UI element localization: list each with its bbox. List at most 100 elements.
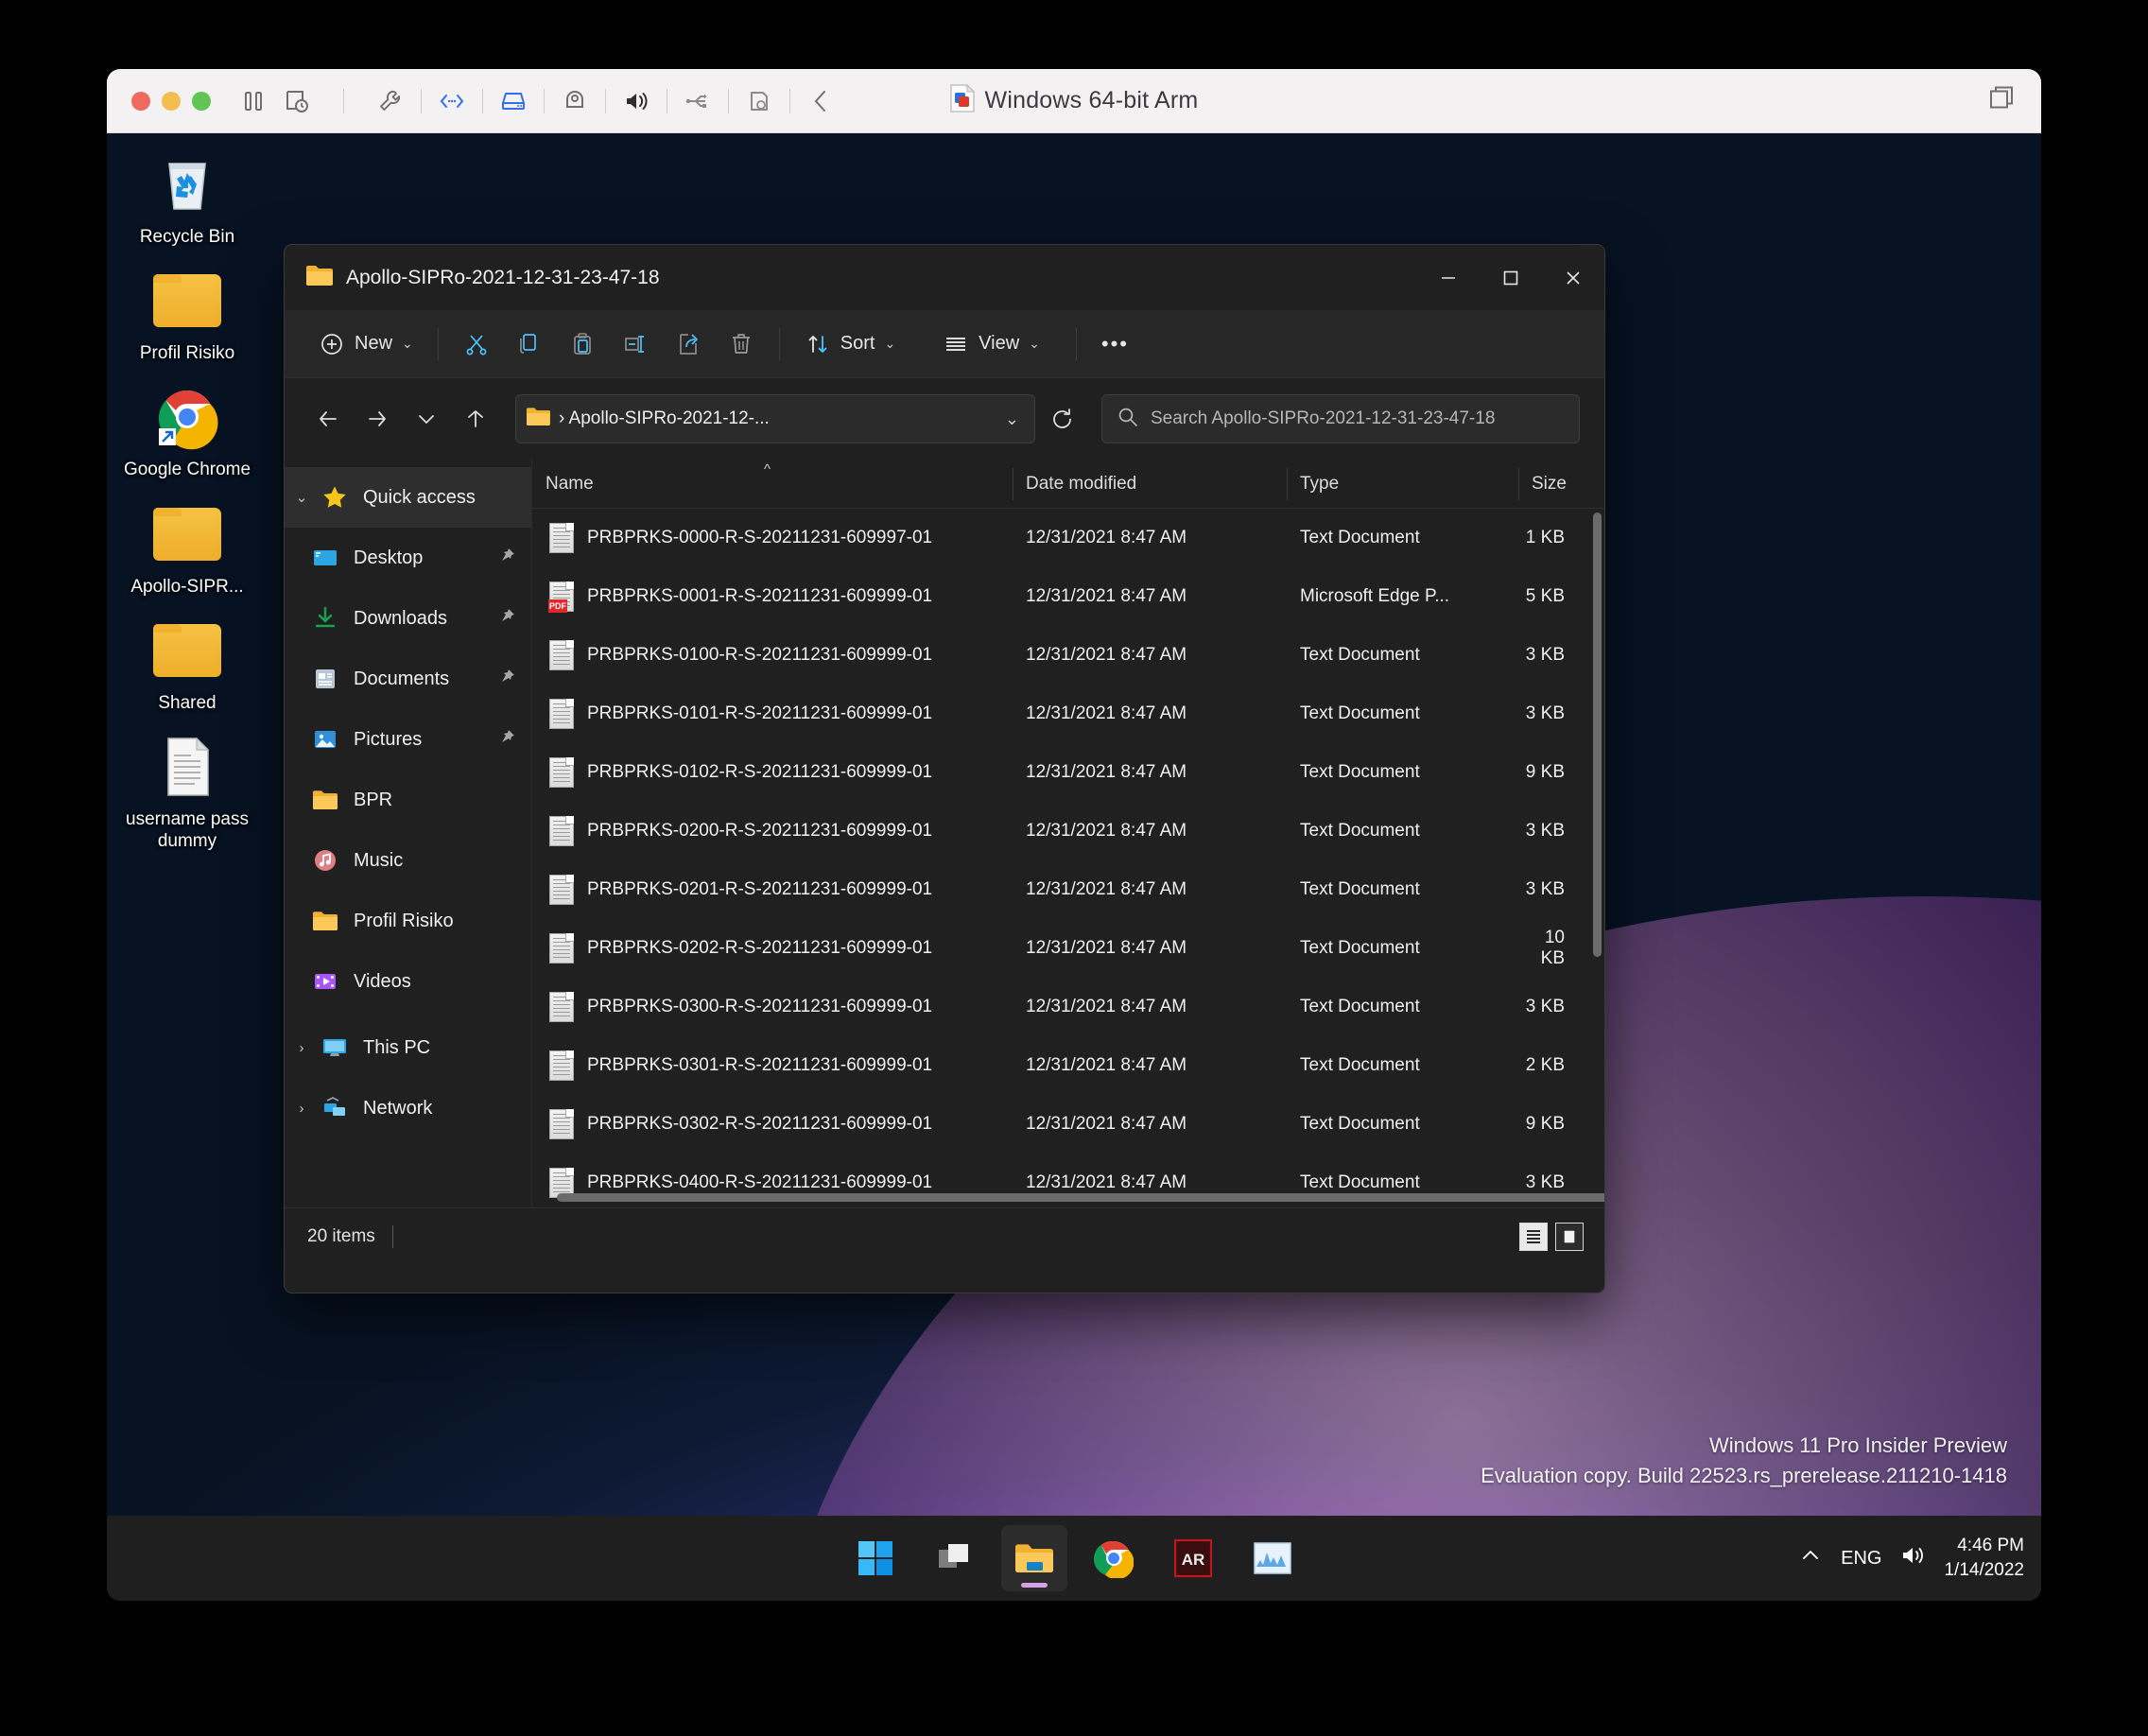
sidebar-item-quick-access[interactable]: ⌄ Quick access xyxy=(285,467,531,528)
up-button[interactable] xyxy=(453,396,498,442)
column-header-name[interactable]: Name ^ xyxy=(532,460,1013,509)
taskbar-google-chrome[interactable] xyxy=(1081,1525,1147,1591)
taskbar[interactable]: AR ENG 4:46 PM 1/14/2022 xyxy=(107,1516,2041,1601)
pin-icon[interactable] xyxy=(497,607,522,631)
pin-icon[interactable] xyxy=(497,547,522,570)
sidebar-item-documents[interactable]: Documents xyxy=(285,649,531,709)
file-list[interactable]: PRBPRKS-0000-R-S-20211231-609997-01 12/31… xyxy=(532,509,1604,1207)
breadcrumb[interactable]: › Apollo-SIPRo-2021-12-... ⌄ xyxy=(515,394,1035,443)
collapse-chevron-icon[interactable] xyxy=(799,79,842,123)
column-header-date-modified[interactable]: Date modified xyxy=(1013,460,1287,509)
navigation-pane[interactable]: ⌄ Quick access Desktop Downloads Documen… xyxy=(285,460,532,1207)
sidebar-item-this-pc[interactable]: › This PC xyxy=(285,1017,531,1078)
clock[interactable]: 4:46 PM 1/14/2022 xyxy=(1944,1534,2024,1582)
pause-icon[interactable] xyxy=(232,79,275,123)
camera-icon[interactable] xyxy=(553,79,597,123)
new-button[interactable]: New ⌄ xyxy=(305,321,426,368)
share-button[interactable] xyxy=(662,321,715,368)
large-icons-view-icon[interactable] xyxy=(1555,1222,1584,1251)
details-view-icon[interactable] xyxy=(1519,1222,1548,1251)
snapshot-clock-icon[interactable] xyxy=(275,79,319,123)
file-row[interactable]: PRBPRKS-0102-R-S-20211231-609999-01 12/31… xyxy=(532,743,1604,802)
close-window-button[interactable] xyxy=(131,91,150,111)
sort-button[interactable]: Sort ⌄ xyxy=(791,321,909,368)
pin-icon[interactable] xyxy=(497,668,522,691)
horizontal-scrollbar[interactable] xyxy=(557,1193,1604,1202)
maximize-button[interactable] xyxy=(1480,245,1542,310)
printer-icon[interactable] xyxy=(737,79,781,123)
file-row[interactable]: PRBPRKS-0301-R-S-20211231-609999-01 12/31… xyxy=(532,1036,1604,1095)
sidebar-item-profil-risiko[interactable]: Profil Risiko xyxy=(285,891,531,951)
harddisk-icon[interactable] xyxy=(492,79,535,123)
scrollbar-thumb[interactable] xyxy=(1593,512,1602,957)
file-row[interactable]: PRBPRKS-0101-R-S-20211231-609999-01 12/31… xyxy=(532,685,1604,743)
file-row[interactable]: PRBPRKS-0300-R-S-20211231-609999-01 12/31… xyxy=(532,978,1604,1036)
file-name-label: PRBPRKS-0102-R-S-20211231-609999-01 xyxy=(587,762,933,782)
language-indicator[interactable]: ENG xyxy=(1841,1548,1881,1570)
scrollbar-thumb[interactable] xyxy=(557,1193,1604,1202)
pin-icon[interactable] xyxy=(497,728,522,752)
desktop-icon-profil-risiko[interactable]: Profil Risiko xyxy=(107,267,268,364)
desktop-icon-username-pass-dummy[interactable]: username pass dummy xyxy=(107,733,268,852)
chevron-down-icon[interactable]: ⌄ xyxy=(1005,409,1025,429)
delete-button[interactable] xyxy=(715,321,768,368)
taskbar-ar-app[interactable]: AR xyxy=(1160,1525,1226,1591)
chevron-down-icon[interactable]: ⌄ xyxy=(285,489,319,506)
window-stack-icon[interactable] xyxy=(1988,84,2017,117)
chevron-right-icon[interactable]: › xyxy=(285,1040,319,1056)
file-row[interactable]: PRBPRKS-0000-R-S-20211231-609997-01 12/31… xyxy=(532,509,1604,567)
maximize-window-button[interactable] xyxy=(192,91,211,111)
file-explorer-window[interactable]: Apollo-SIPRo-2021-12-31-23-47-18 New ⌄ S… xyxy=(284,244,1605,1293)
taskbar-file-explorer[interactable] xyxy=(1001,1525,1067,1591)
file-row[interactable]: PRBPRKS-0201-R-S-20211231-609999-01 12/31… xyxy=(532,860,1604,919)
minimize-button[interactable] xyxy=(1417,245,1480,310)
chevron-up-icon[interactable] xyxy=(1799,1544,1822,1572)
file-row[interactable]: PRBPRKS-0202-R-S-20211231-609999-01 12/31… xyxy=(532,919,1604,978)
sidebar-item-pictures[interactable]: Pictures xyxy=(285,709,531,770)
desktop-icon-apollo-sipro[interactable]: Apollo-SIPR... xyxy=(107,500,268,598)
sidebar-item-downloads[interactable]: Downloads xyxy=(285,588,531,649)
start-button[interactable] xyxy=(842,1525,909,1591)
search-input[interactable] xyxy=(1151,408,1564,429)
explorer-titlebar[interactable]: Apollo-SIPRo-2021-12-31-23-47-18 xyxy=(285,245,1604,310)
back-button[interactable] xyxy=(305,396,351,442)
file-row[interactable]: PRBPRKS-0200-R-S-20211231-609999-01 12/31… xyxy=(532,802,1604,860)
windows-desktop[interactable]: Recycle Bin Profil Risiko Google Chrome … xyxy=(107,133,2041,1601)
desktop-icon-shared[interactable]: Shared xyxy=(107,616,268,714)
copy-button[interactable] xyxy=(503,321,556,368)
recent-locations-button[interactable] xyxy=(404,396,449,442)
sidebar-item-music[interactable]: Music xyxy=(285,830,531,891)
desktop-icon-recycle-bin[interactable]: Recycle Bin xyxy=(107,150,268,248)
close-button[interactable] xyxy=(1542,245,1604,310)
rename-button[interactable] xyxy=(609,321,662,368)
network-icon[interactable] xyxy=(430,79,474,123)
speaker-icon[interactable] xyxy=(1900,1544,1925,1572)
sidebar-item-videos[interactable]: Videos xyxy=(285,951,531,1012)
more-options-button[interactable]: ••• xyxy=(1088,321,1142,368)
file-row[interactable]: PRBPRKS-0100-R-S-20211231-609999-01 12/31… xyxy=(532,626,1604,685)
column-header-size[interactable]: Size xyxy=(1518,460,1604,509)
forward-button[interactable] xyxy=(355,396,400,442)
paste-button[interactable] xyxy=(556,321,609,368)
column-header-type[interactable]: Type xyxy=(1287,460,1518,509)
traffic-lights[interactable] xyxy=(131,91,211,111)
chevron-right-icon[interactable]: › xyxy=(285,1101,319,1117)
minimize-window-button[interactable] xyxy=(162,91,181,111)
file-row[interactable]: PRBPRKS-0302-R-S-20211231-609999-01 12/31… xyxy=(532,1095,1604,1154)
refresh-button[interactable] xyxy=(1039,396,1084,442)
search-box[interactable] xyxy=(1101,394,1580,443)
file-list-pane[interactable]: Name ^ Date modified Type Size PRBPRKS-0… xyxy=(532,460,1604,1207)
sidebar-item-bpr[interactable]: BPR xyxy=(285,770,531,830)
vertical-scrollbar[interactable] xyxy=(1593,512,1602,1203)
sidebar-item-network[interactable]: › Network xyxy=(285,1078,531,1138)
desktop-icon-google-chrome[interactable]: Google Chrome xyxy=(107,383,268,480)
view-button[interactable]: View ⌄ xyxy=(929,321,1053,368)
task-view-button[interactable] xyxy=(922,1525,988,1591)
usb-icon[interactable] xyxy=(676,79,719,123)
taskbar-performance-app[interactable] xyxy=(1239,1525,1306,1591)
speaker-icon[interactable] xyxy=(615,79,658,123)
wrench-icon[interactable] xyxy=(369,79,412,123)
cut-button[interactable] xyxy=(450,321,503,368)
sidebar-item-desktop[interactable]: Desktop xyxy=(285,528,531,588)
file-row[interactable]: PDF PRBPRKS-0001-R-S-20211231-609999-01 12… xyxy=(532,567,1604,626)
